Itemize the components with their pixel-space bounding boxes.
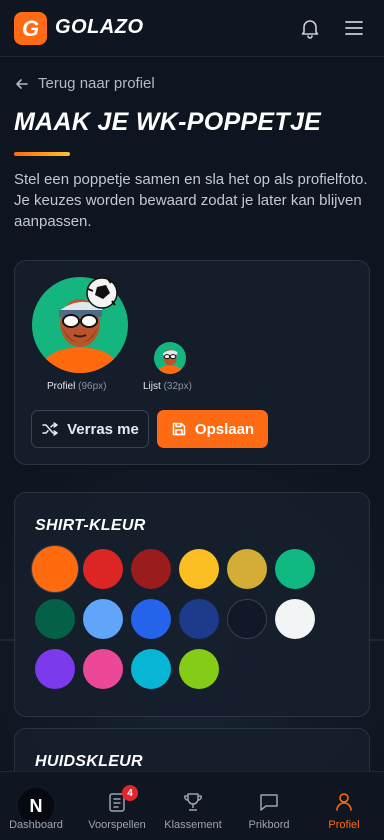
avatar-figure-small xyxy=(156,349,184,374)
avatar-preview-card: Profiel (96px) Lijst (32px) Verras me Op… xyxy=(14,260,370,465)
nav-label-klassement: Klassement xyxy=(164,819,222,831)
user-icon xyxy=(336,793,352,811)
page-intro: Stel een poppetje samen en sla het op al… xyxy=(14,171,368,230)
nav-item-profiel[interactable]: Profiel xyxy=(309,772,379,840)
page-title: MAAK JE WK-POPPETJE xyxy=(14,108,322,136)
back-link-label: Terug naar profiel xyxy=(38,75,155,92)
shirt-color-swatch[interactable] xyxy=(83,649,123,689)
voorspellen-badge: 4 xyxy=(122,785,138,801)
avatar-preview-large xyxy=(32,277,128,373)
brand-name: GOLAZO xyxy=(55,16,144,38)
save-label: Opslaan xyxy=(194,420,255,438)
randomize-button[interactable]: Verras me xyxy=(31,410,149,448)
shirt-color-swatch[interactable] xyxy=(227,549,267,589)
shirt-color-swatch[interactable] xyxy=(35,599,75,639)
shirt-color-card: SHIRT-KLEUR xyxy=(14,492,370,717)
shirt-color-swatch[interactable] xyxy=(83,599,123,639)
shirt-color-swatch[interactable] xyxy=(35,649,75,689)
shirt-color-swatch[interactable] xyxy=(131,599,171,639)
bell-icon[interactable] xyxy=(298,16,322,40)
shirt-color-swatch[interactable] xyxy=(275,549,315,589)
brand-logo-letter: G xyxy=(21,15,40,41)
save-button[interactable]: Opslaan xyxy=(157,410,268,448)
avatar-preview-small xyxy=(154,342,186,374)
nav-label-dashboard: Dashboard xyxy=(9,819,63,831)
shirt-color-swatch[interactable] xyxy=(179,649,219,689)
shirt-color-swatch[interactable] xyxy=(83,549,123,589)
list-caption-size: (32px) xyxy=(163,381,192,392)
nav-label-profiel: Profiel xyxy=(328,819,360,831)
shirt-color-swatch[interactable] xyxy=(35,549,75,589)
shirt-color-swatch[interactable] xyxy=(227,599,267,639)
bottom-nav: N Dashboard 4 Voorspellen Klassement Pri… xyxy=(0,771,384,840)
shirt-color-swatch[interactable] xyxy=(179,549,219,589)
nav-item-klassement[interactable]: Klassement xyxy=(158,772,228,840)
back-to-profile-link[interactable]: Terug naar profiel xyxy=(14,75,155,92)
shirt-color-title: SHIRT-KLEUR xyxy=(35,517,146,534)
shirt-color-swatch[interactable] xyxy=(131,549,171,589)
profile-caption-label: Profiel xyxy=(47,381,76,392)
shuffle-icon xyxy=(42,422,58,436)
nav-label-voorspellen: Voorspellen xyxy=(88,819,146,831)
menu-icon[interactable] xyxy=(342,16,366,40)
app-header: G GOLAZO xyxy=(0,0,384,57)
list-size-caption: Lijst (32px) xyxy=(143,381,192,392)
brand-logo[interactable]: G xyxy=(14,12,47,45)
chat-icon xyxy=(260,794,278,811)
profile-size-caption: Profiel (96px) xyxy=(47,381,107,392)
randomize-label: Verras me xyxy=(67,420,139,438)
avatar-figure xyxy=(40,277,120,373)
skin-color-title: HUIDSKLEUR xyxy=(35,753,143,770)
shirt-color-swatch[interactable] xyxy=(179,599,219,639)
nav-item-prikbord[interactable]: Prikbord xyxy=(234,772,304,840)
nav-item-dashboard[interactable]: N Dashboard xyxy=(1,772,71,840)
trophy-icon xyxy=(184,793,202,811)
save-icon xyxy=(172,422,186,436)
list-caption-label: Lijst xyxy=(143,381,161,392)
shirt-color-swatch[interactable] xyxy=(131,649,171,689)
nav-label-prikbord: Prikbord xyxy=(248,819,290,831)
title-underline xyxy=(14,152,70,156)
nav-item-voorspellen[interactable]: 4 Voorspellen xyxy=(82,772,152,840)
profile-caption-size: (96px) xyxy=(78,381,107,392)
arrow-left-icon xyxy=(16,78,28,89)
shirt-color-swatch[interactable] xyxy=(275,599,315,639)
